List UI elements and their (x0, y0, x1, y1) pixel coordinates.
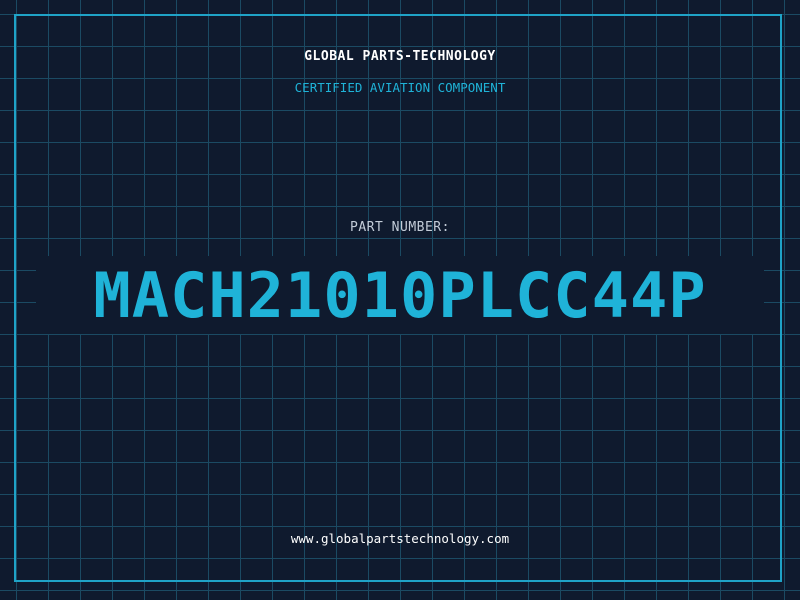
part-number-value: MACH21010PLCC44P (93, 259, 707, 332)
part-number-label: PART NUMBER: (350, 220, 450, 235)
certification-tagline: CERTIFIED AVIATION COMPONENT (294, 80, 506, 95)
website-url: www.globalpartstechnology.com (290, 531, 510, 546)
brand-title: GLOBAL PARTS-TECHNOLOGY (304, 49, 496, 64)
